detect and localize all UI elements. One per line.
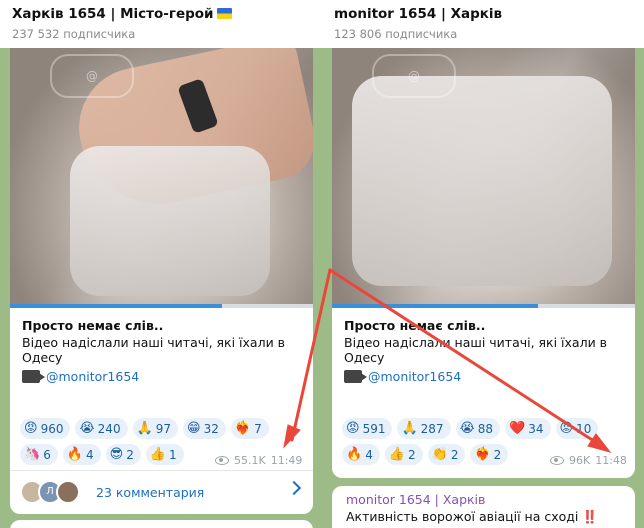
right-video-progress[interactable] [332, 304, 635, 308]
video-frame-shirt [70, 146, 270, 296]
left-post-video[interactable]: @ [10, 36, 313, 304]
left-chat-pane: Харків 1654 | Місто-герой 237 532 подпис… [0, 0, 322, 528]
left-view-count: 55.1K [234, 454, 266, 467]
right-next-post-card[interactable]: monitor 1654 | Харків Активність ворожої… [332, 486, 635, 528]
reaction-chip[interactable]: 😡 591 [342, 418, 393, 439]
left-post-meta: 55.1K 11:49 [215, 454, 302, 467]
reaction-chip[interactable]: 🔥 4 [62, 444, 101, 465]
left-post-time: 11:49 [270, 454, 303, 467]
left-post-card: @ Просто немає слів.. Відео надіслали на… [10, 36, 313, 514]
right-channel-header[interactable]: monitor 1654 | Харків 123 806 подписчика [322, 0, 644, 48]
right-post-time: 11:48 [595, 454, 627, 467]
video-frame-shirt [352, 76, 612, 286]
right-post-title: Просто немає слів.. [344, 318, 486, 333]
left-post-title: Просто немає слів.. [22, 318, 164, 333]
reaction-chip[interactable]: ❤️ 34 [505, 418, 551, 439]
video-camera-icon [344, 370, 367, 383]
reaction-chip[interactable]: 😭 88 [455, 418, 501, 439]
views-eye-icon [550, 456, 564, 465]
chevron-right-icon [286, 480, 302, 496]
left-subscriber-count: 237 532 подписчика [12, 27, 136, 41]
left-channel-header[interactable]: Харків 1654 | Місто-герой 237 532 подпис… [0, 0, 322, 48]
reaction-chip[interactable]: 👍 1 [145, 444, 184, 465]
next-post-text: Активність ворожої авіації на сході ‼️ [346, 509, 598, 524]
reaction-chip[interactable]: 😡 10 [555, 418, 599, 439]
right-post-video[interactable]: @ [332, 36, 635, 304]
left-next-post-stub [10, 520, 313, 528]
commenter-avatars: Л [20, 480, 80, 504]
right-chat-pane: monitor 1654 | Харків 123 806 подписчика… [322, 0, 644, 528]
video-camera-icon [22, 370, 45, 383]
reaction-chip[interactable]: 👍 2 [384, 444, 423, 465]
avatar [56, 480, 80, 504]
right-post-text: Відео надіслали наші читачі, які їхали в… [344, 335, 608, 365]
video-watermark: @ [50, 54, 134, 98]
right-post-card: @ Просто немає слів.. Відео надіслали на… [332, 36, 635, 478]
reaction-chip[interactable]: 🙏 287 [397, 418, 451, 439]
left-channel-title: Харків 1654 | Місто-герой [12, 6, 232, 22]
left-video-progress[interactable] [10, 304, 313, 308]
comments-count-label: 23 комментария [96, 484, 205, 500]
reaction-chip[interactable]: 😭 240 [75, 418, 128, 439]
next-post-sender: monitor 1654 | Харків [346, 492, 486, 507]
left-comments-button[interactable]: Л 23 комментария [10, 470, 313, 513]
reaction-chip[interactable]: 😁 32 [183, 418, 226, 439]
right-video-progress-fill [332, 304, 539, 308]
reaction-chip[interactable]: 😡 960 [20, 418, 71, 439]
video-watermark: @ [372, 54, 456, 98]
right-subscriber-count: 123 806 подписчика [334, 27, 458, 41]
left-post-text: Відео надіслали наші читачі, які їхали в… [22, 335, 286, 365]
right-view-count: 96K [569, 454, 591, 467]
reaction-chip[interactable]: ❤️‍🔥 2 [470, 444, 509, 465]
reaction-chip[interactable]: 🔥 4 [342, 444, 380, 465]
left-post-link[interactable]: @monitor1654 [22, 369, 139, 384]
views-eye-icon [215, 456, 229, 465]
reaction-chip[interactable]: 🙏 97 [132, 418, 179, 439]
right-post-meta: 96K 11:48 [550, 454, 627, 467]
double-exclamation-icon: ‼️ [582, 509, 598, 524]
right-channel-title: monitor 1654 | Харків [334, 6, 503, 22]
ukraine-flag-icon [216, 8, 232, 19]
left-video-progress-fill [10, 304, 223, 308]
reaction-chip[interactable]: ❤️‍🔥 7 [230, 418, 269, 439]
reaction-chip[interactable]: 🦄 6 [20, 444, 58, 465]
right-post-link[interactable]: @monitor1654 [344, 369, 461, 384]
reaction-chip[interactable]: 😎 2 [105, 444, 141, 465]
reaction-chip[interactable]: 👏 2 [427, 444, 466, 465]
